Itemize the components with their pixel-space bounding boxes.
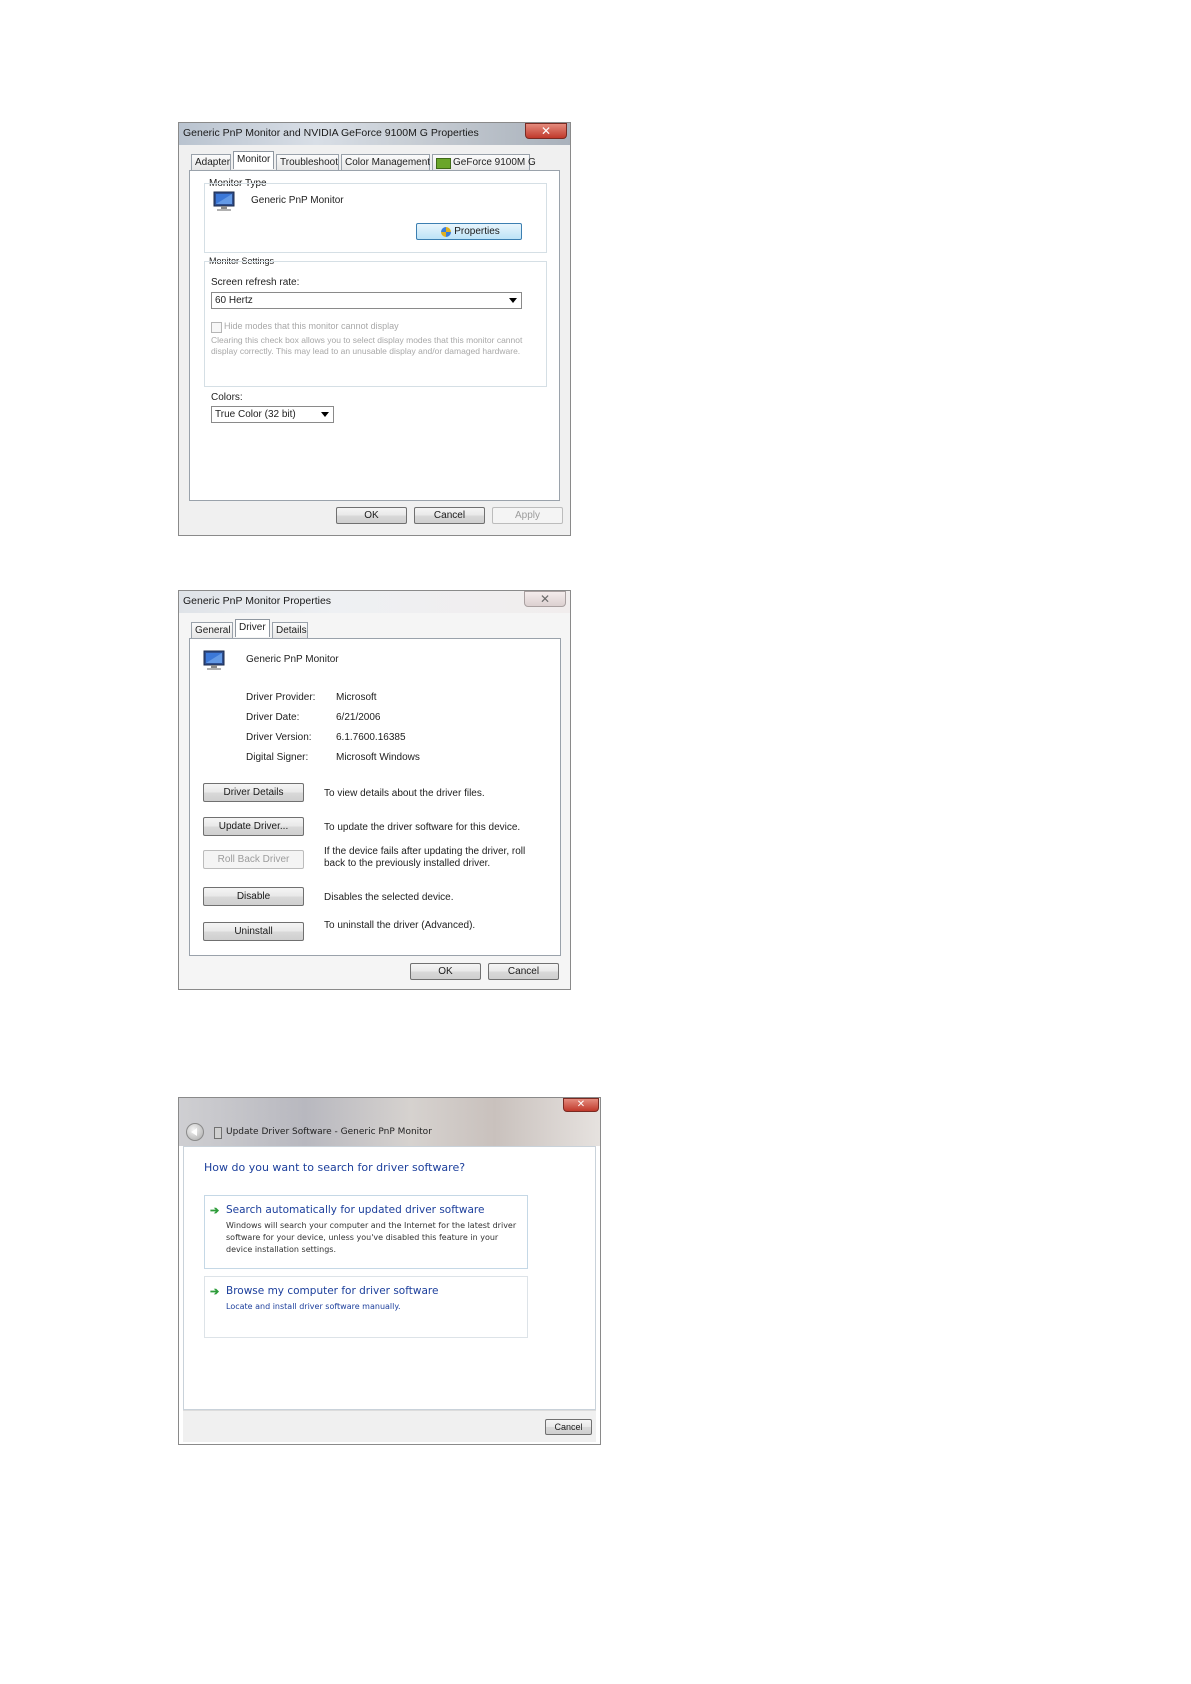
- tab-geforce-label: GeForce 9100M G: [453, 157, 536, 168]
- digital-signer-value: Microsoft Windows: [336, 752, 420, 763]
- arrow-right-icon: ➔: [210, 1205, 220, 1217]
- monitor-properties-button[interactable]: Properties: [416, 223, 522, 240]
- apply-button[interactable]: Apply: [492, 507, 563, 524]
- monitor-type-group: [204, 183, 547, 253]
- option-title: Browse my computer for driver software: [226, 1285, 439, 1297]
- monitor-icon: [203, 650, 225, 670]
- ok-button[interactable]: OK: [410, 963, 481, 980]
- driver-tab-panel: Generic PnP Monitor Driver Provider: Mic…: [189, 638, 561, 956]
- chevron-down-icon: [321, 412, 329, 417]
- close-button[interactable]: ✕: [524, 591, 566, 607]
- roll-back-driver-button[interactable]: Roll Back Driver: [203, 850, 304, 869]
- arrow-right-icon: ➔: [210, 1286, 220, 1298]
- tab-color-management[interactable]: Color Management: [341, 154, 430, 170]
- hide-modes-label: Hide modes that this monitor cannot disp…: [224, 321, 399, 331]
- tab-strip: General Driver Details: [191, 619, 391, 639]
- update-driver-wizard: ✕ Update Driver Software - Generic PnP M…: [178, 1097, 601, 1445]
- wizard-footer: [183, 1410, 596, 1442]
- hide-modes-description: Clearing this check box allows you to se…: [211, 335, 523, 356]
- tab-troubleshoot[interactable]: Troubleshoot: [276, 154, 339, 170]
- driver-details-desc: To view details about the driver files.: [324, 788, 485, 799]
- driver-provider-label: Driver Provider:: [246, 692, 316, 703]
- window-title: Generic PnP Monitor Properties: [183, 595, 332, 607]
- tab-monitor[interactable]: Monitor: [233, 151, 274, 169]
- refresh-rate-value: 60 Hertz: [215, 295, 253, 306]
- option-description: Windows will search your computer and th…: [226, 1221, 517, 1254]
- tab-details[interactable]: Details: [272, 622, 308, 638]
- tab-general[interactable]: General: [191, 622, 233, 638]
- device-name: Generic PnP Monitor: [246, 654, 339, 665]
- colors-select[interactable]: True Color (32 bit): [211, 406, 334, 423]
- properties-button-label: Properties: [454, 226, 500, 237]
- close-button[interactable]: ✕: [525, 123, 567, 139]
- tab-adapter[interactable]: Adapter: [191, 154, 231, 170]
- driver-provider-value: Microsoft: [336, 692, 377, 703]
- title-bar[interactable]: Generic PnP Monitor Properties ✕: [179, 591, 570, 613]
- cancel-button[interactable]: Cancel: [545, 1419, 592, 1435]
- option-search-automatically[interactable]: ➔ Search automatically for updated drive…: [204, 1195, 528, 1269]
- driver-date-value: 6/21/2006: [336, 712, 381, 723]
- title-bar[interactable]: Generic PnP Monitor and NVIDIA GeForce 9…: [179, 123, 570, 145]
- refresh-rate-select[interactable]: 60 Hertz: [211, 292, 522, 309]
- driver-date-label: Driver Date:: [246, 712, 300, 723]
- uninstall-button[interactable]: Uninstall: [203, 922, 304, 941]
- update-driver-desc: To update the driver software for this d…: [324, 822, 521, 833]
- refresh-rate-label: Screen refresh rate:: [211, 277, 300, 288]
- option-description: Locate and install driver software manua…: [226, 1302, 401, 1311]
- monitor-name: Generic PnP Monitor: [251, 195, 344, 206]
- tab-driver[interactable]: Driver: [235, 619, 270, 637]
- monitor-icon: [213, 191, 235, 211]
- option-browse-computer[interactable]: ➔ Browse my computer for driver software…: [204, 1276, 528, 1338]
- close-button[interactable]: ✕: [563, 1098, 599, 1112]
- colors-value: True Color (32 bit): [215, 409, 296, 420]
- colors-label: Colors:: [211, 392, 243, 403]
- display-properties-dialog: Generic PnP Monitor and NVIDIA GeForce 9…: [178, 122, 571, 536]
- driver-version-value: 6.1.7600.16385: [336, 732, 406, 743]
- driver-version-label: Driver Version:: [246, 732, 312, 743]
- uninstall-desc: To uninstall the driver (Advanced).: [324, 920, 476, 931]
- back-arrow-icon: [191, 1128, 197, 1136]
- disable-button[interactable]: Disable: [203, 887, 304, 906]
- roll-back-driver-desc: If the device fails after updating the d…: [324, 846, 526, 869]
- monitor-driver-dialog: Generic PnP Monitor Properties ✕ General…: [178, 590, 571, 990]
- cancel-button[interactable]: Cancel: [414, 507, 485, 524]
- ok-button[interactable]: OK: [336, 507, 407, 524]
- wizard-content: How do you want to search for driver sof…: [183, 1146, 596, 1410]
- wizard-breadcrumb: Update Driver Software - Generic PnP Mon…: [226, 1127, 432, 1137]
- window-title: Generic PnP Monitor and NVIDIA GeForce 9…: [183, 127, 479, 139]
- monitor-tab-panel: Monitor Type Generic PnP Monitor Propert…: [189, 170, 560, 501]
- hide-modes-checkbox[interactable]: [211, 322, 222, 333]
- option-title: Search automatically for updated driver …: [226, 1204, 485, 1216]
- wizard-heading: How do you want to search for driver sof…: [204, 1161, 466, 1174]
- shield-icon: [441, 227, 451, 237]
- wizard-frame-top[interactable]: [179, 1098, 600, 1146]
- back-button[interactable]: [186, 1123, 204, 1141]
- driver-details-button[interactable]: Driver Details: [203, 783, 304, 802]
- disable-desc: Disables the selected device.: [324, 892, 454, 903]
- update-driver-button[interactable]: Update Driver...: [203, 817, 304, 836]
- tab-strip: Adapter Monitor Troubleshoot Color Manag…: [191, 151, 561, 171]
- nvidia-icon: [436, 158, 451, 169]
- digital-signer-label: Digital Signer:: [246, 752, 309, 763]
- device-icon: [214, 1127, 222, 1139]
- tab-geforce[interactable]: GeForce 9100M G: [432, 154, 536, 170]
- cancel-button[interactable]: Cancel: [488, 963, 559, 980]
- chevron-down-icon: [509, 298, 517, 303]
